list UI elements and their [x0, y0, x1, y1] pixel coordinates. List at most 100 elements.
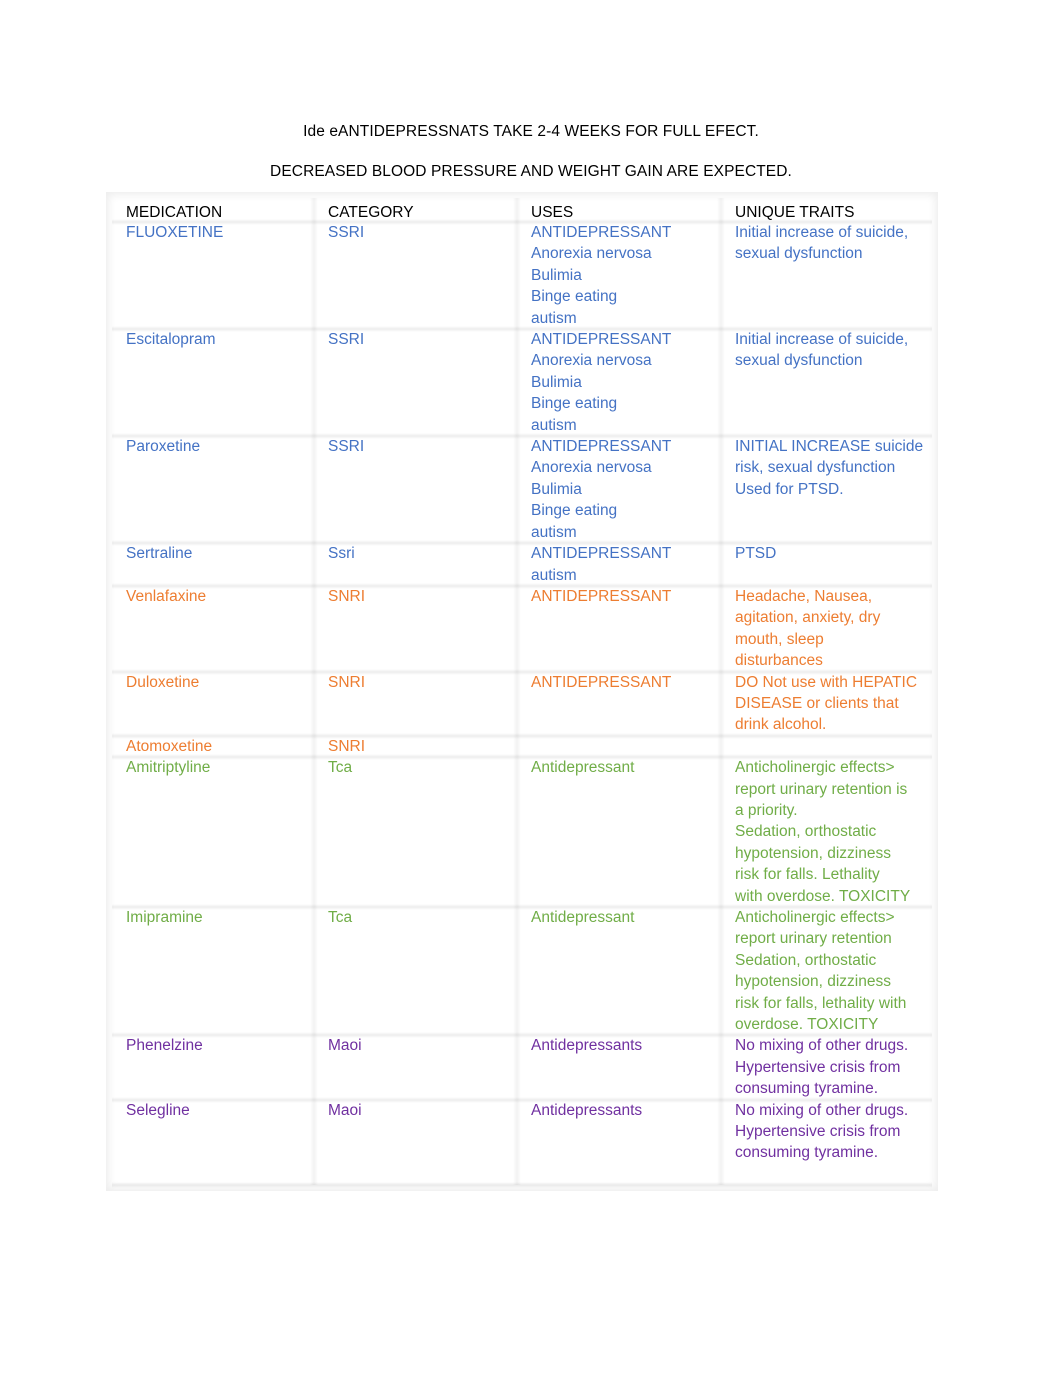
- uses-cell: ANTIDEPRESSANT Anorexia nervosa Bulimia Bin…: [513, 222, 721, 330]
- unique-traits-cell: Initial increase of suicide, sexual dysfu…: [717, 329, 932, 437]
- category-cell: Tca: [310, 757, 517, 907]
- unique-traits-cell: No mixing of other drugs. Hypertensive cr…: [717, 1099, 932, 1186]
- uses-cell: Antidepressant: [513, 757, 721, 907]
- traits-line: PTSD: [735, 545, 777, 563]
- table-header-row: MEDICATION CATEGORY USES UNIQUE TRAITS: [112, 198, 932, 225]
- category-cell: SNRI: [310, 585, 517, 672]
- table-row: Duloxetine SNRI ANTIDEPRESSANT DO Not use w…: [112, 671, 932, 739]
- traits-line: risk for falls. Lethality: [735, 866, 880, 884]
- table-row: Imipramine Tca Antidepressant Anticholinerg…: [112, 907, 932, 1039]
- medication-cell: Escitalopram: [126, 331, 216, 349]
- uses-line: Antidepressant: [531, 759, 635, 777]
- uses-line: Binge eating: [531, 502, 618, 520]
- traits-line: sexual dysfunction: [735, 352, 863, 370]
- traits-line: mouth, sleep: [735, 630, 824, 648]
- traits-line: Anticholinergic effects>: [735, 759, 895, 777]
- traits-line: DISEASE or clients that: [735, 694, 899, 712]
- traits-line: sexual dysfunction: [735, 245, 863, 263]
- header-category: CATEGORY: [310, 198, 517, 222]
- uses-line: ANTIDEPRESSANT: [531, 224, 672, 241]
- table-row: Venlafaxine SNRI ANTIDEPRESSANT Headache, N…: [112, 585, 932, 675]
- unique-traits-cell: [717, 735, 932, 758]
- unique-traits-cell: Initial increase of suicide, sexual dysfu…: [717, 222, 932, 330]
- traits-line: INITIAL INCREASE suicide: [735, 438, 924, 456]
- uses-line: Antidepressants: [531, 1101, 643, 1119]
- unique-traits-cell: Anticholinergic effects> report urinary r…: [717, 757, 932, 907]
- uses-cell: [513, 735, 721, 758]
- category-cell: Tca: [310, 907, 517, 1036]
- uses-line: Antidepressants: [531, 1037, 643, 1055]
- uses-line: Bulimia: [531, 373, 582, 391]
- table-row: FLUOXETINE SSRI ANTIDEPRESSANT Anorexia ner…: [112, 222, 932, 333]
- medication-cell: Phenelzine: [126, 1037, 203, 1055]
- document-title-line-1: Ide eANTIDEPRESSNATS TAKE 2-4 WEEKS FOR …: [303, 123, 759, 140]
- traits-line: risk for falls, lethality with: [735, 994, 907, 1012]
- traits-line: drink alcohol.: [735, 716, 827, 734]
- traits-line: Headache, Nausea,: [735, 587, 873, 605]
- uses-line: ANTIDEPRESSANT: [531, 331, 672, 349]
- traits-line: Hypertensive crisis from: [735, 1058, 901, 1076]
- traits-line: a priority.: [735, 801, 798, 819]
- traits-line: [735, 1164, 926, 1185]
- medication-cell: Selegline: [126, 1101, 190, 1119]
- header-medication: MEDICATION: [126, 204, 223, 221]
- category-cell: SNRI: [310, 735, 517, 758]
- table-row: Escitalopram SSRI ANTIDEPRESSANT Anorexia n…: [112, 329, 932, 440]
- traits-line: hypotension, dizziness: [735, 844, 891, 862]
- medication-cell: Venlafaxine: [126, 587, 207, 605]
- uses-cell: ANTIDEPRESSANT Anorexia nervosa Bulimia Bin…: [513, 436, 721, 544]
- medication-cell: Sertraline: [126, 545, 193, 563]
- traits-line: Anticholinergic effects>: [735, 909, 895, 926]
- category-cell: SNRI: [310, 671, 517, 736]
- medication-cell: Amitriptyline: [126, 759, 211, 777]
- medication-cell: Paroxetine: [126, 438, 201, 456]
- table-row: Amitriptyline Tca Antidepressant Anticholin…: [112, 757, 932, 910]
- traits-line: No mixing of other drugs.: [735, 1101, 909, 1119]
- uses-line: Antidepressant: [531, 909, 635, 926]
- uses-line: ANTIDEPRESSANT: [531, 438, 672, 456]
- medication-cell: Atomoxetine: [126, 737, 213, 755]
- category-cell: Maoi: [310, 1035, 517, 1100]
- table-row: Phenelzine Maoi Antidepressants No mixing o…: [112, 1035, 932, 1103]
- category-cell: SSRI: [310, 436, 517, 544]
- document-title-line-2: DECREASED BLOOD PRESSURE AND WEIGHT GAIN…: [270, 163, 792, 180]
- uses-line: Binge eating: [531, 288, 618, 306]
- traits-line: disturbances: [735, 652, 823, 670]
- traits-line: risk, sexual dysfunction: [735, 459, 896, 477]
- category-cell: SSRI: [310, 329, 517, 437]
- uses-line: autism: [531, 523, 577, 541]
- traits-line: overdose. TOXICITY: [735, 1016, 879, 1034]
- category-cell: Maoi: [310, 1099, 517, 1186]
- unique-traits-cell: INITIAL INCREASE suicide risk, sexual dys…: [717, 436, 932, 544]
- unique-traits-cell: PTSD: [717, 543, 932, 586]
- traits-line: No mixing of other drugs.: [735, 1037, 909, 1055]
- uses-line: Anorexia nervosa: [531, 352, 652, 370]
- medication-table: MEDICATION CATEGORY USES UNIQUE TRAITS F…: [112, 198, 932, 1188]
- medication-cell: FLUOXETINE: [126, 224, 224, 241]
- traits-line: agitation, anxiety, dry: [735, 609, 881, 627]
- traits-line: Used for PTSD.: [735, 480, 844, 498]
- traits-line: DO Not use with HEPATIC: [735, 673, 918, 691]
- uses-cell: Antidepressant: [513, 907, 721, 1036]
- category-cell: SSRI: [310, 222, 517, 330]
- header-uses: USES: [513, 198, 721, 222]
- traits-line: Initial increase of suicide,: [735, 224, 909, 241]
- uses-line: autism: [531, 416, 577, 434]
- uses-cell: Antidepressants: [513, 1099, 721, 1186]
- uses-cell: ANTIDEPRESSANT: [513, 585, 721, 672]
- uses-line: ANTIDEPRESSANT: [531, 673, 672, 691]
- table-row: Selegline Maoi Antidepressants No mixing of…: [112, 1099, 932, 1188]
- header-unique-traits: UNIQUE TRAITS: [717, 198, 932, 222]
- unique-traits-cell: Anticholinergic effects> report urinary r…: [717, 907, 932, 1036]
- traits-line: Hypertensive crisis from: [735, 1123, 901, 1141]
- table-row: Paroxetine SSRI ANTIDEPRESSANT Anorexia ner…: [112, 436, 932, 547]
- table-row: Atomoxetine SNRI: [112, 735, 932, 761]
- table-row: Sertraline Ssri ANTIDEPRESSANT autism PTSD: [112, 543, 932, 589]
- traits-line: hypotension, dizziness: [735, 973, 891, 991]
- uses-line: ANTIDEPRESSANT: [531, 587, 672, 605]
- traits-line: report urinary retention is: [735, 780, 908, 798]
- uses-cell: ANTIDEPRESSANT autism: [513, 543, 721, 586]
- traits-line: consuming tyramine.: [735, 1080, 879, 1098]
- medication-cell: Duloxetine: [126, 673, 200, 691]
- uses-line: autism: [531, 566, 577, 584]
